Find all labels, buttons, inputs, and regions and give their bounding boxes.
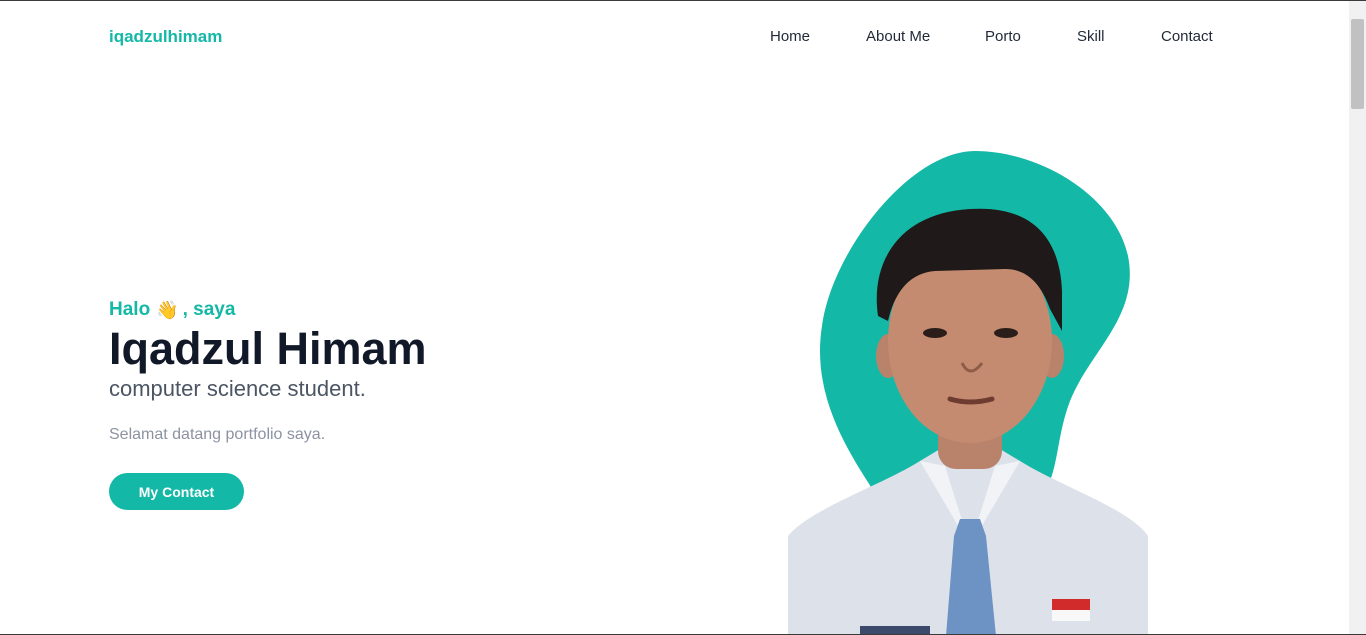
browser-viewport: iqadzulhimam Home About Me Porto Skill C…	[0, 0, 1366, 635]
greeting-suffix: , saya	[182, 299, 236, 320]
hero-greeting: Halo 👋 , saya	[109, 299, 427, 321]
portrait-flag-red	[1052, 599, 1090, 610]
portrait-eye-right	[994, 328, 1018, 338]
profile-photo	[788, 151, 1148, 634]
hero-name: Iqadzul Himam	[109, 323, 427, 374]
my-contact-button[interactable]: My Contact	[109, 473, 244, 510]
greeting-prefix: Halo	[109, 299, 151, 320]
waving-hand-icon: 👋	[156, 299, 179, 320]
portrait-eye-left	[923, 328, 947, 338]
nav-item-porto[interactable]: Porto	[985, 28, 1021, 45]
nav-item-home[interactable]: Home	[770, 28, 810, 45]
hero-welcome: Selamat datang portfolio saya.	[109, 426, 326, 444]
scrollbar-thumb[interactable]	[1351, 19, 1364, 109]
nav-item-contact[interactable]: Contact	[1161, 28, 1213, 45]
nav-item-skill[interactable]: Skill	[1077, 28, 1105, 45]
nav-item-about-me[interactable]: About Me	[866, 28, 930, 45]
hero-role: computer science student.	[109, 376, 366, 402]
site-logo[interactable]: iqadzulhimam	[109, 27, 222, 47]
portrait-nametag	[860, 626, 930, 634]
portrait-flag-white	[1052, 610, 1090, 621]
page-scrollbar[interactable]	[1349, 1, 1366, 634]
hero-section: Halo 👋 , saya Iqadzul Himam computer sci…	[109, 299, 427, 444]
